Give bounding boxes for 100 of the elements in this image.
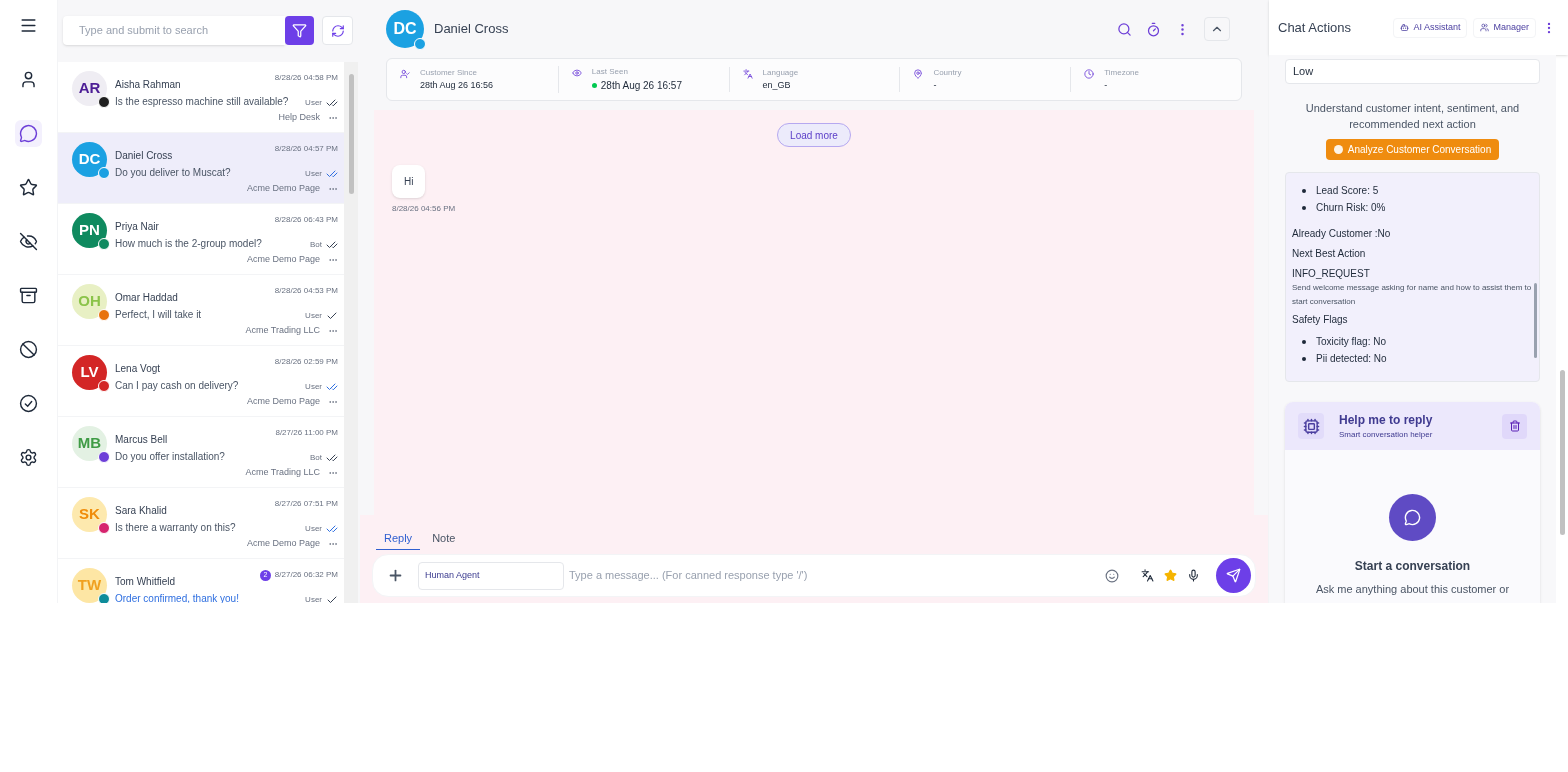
message-preview: Do you offer installation? bbox=[115, 449, 225, 464]
load-more-button[interactable]: Load more bbox=[777, 123, 851, 147]
priority-field[interactable]: Low bbox=[1285, 59, 1540, 84]
message-time: 8/27/26 11:00 PM bbox=[275, 427, 338, 439]
contact-name: Marcus Bell bbox=[115, 433, 168, 447]
header-button[interactable]: Manager bbox=[1473, 17, 1536, 38]
search-field[interactable]: Type and submit to search bbox=[63, 16, 285, 45]
source-label: Acme Demo Page bbox=[246, 395, 320, 408]
archive-box-icon bbox=[19, 286, 38, 305]
source-label: Acme Demo Page bbox=[246, 253, 320, 266]
composer-tab[interactable]: Reply bbox=[376, 529, 421, 550]
eye-off-icon bbox=[19, 232, 38, 251]
filter-icon bbox=[292, 23, 307, 38]
avatar: SK bbox=[72, 497, 107, 532]
chat-bubble-icon bbox=[1389, 494, 1436, 541]
person-icon bbox=[19, 70, 38, 89]
bullet-icon bbox=[1302, 339, 1306, 344]
message-time: 8/28/26 04:56 PM bbox=[392, 203, 456, 215]
avatar: AR bbox=[72, 71, 107, 106]
section-heading: Safety Flags bbox=[1292, 313, 1349, 327]
sender-label: User bbox=[305, 310, 322, 322]
message-preview: How much is the 2-group model? bbox=[115, 236, 262, 251]
next-action-text: INFO_REQUEST bbox=[1292, 267, 1371, 281]
composer-tab[interactable]: Note bbox=[424, 529, 464, 550]
microphone-icon[interactable] bbox=[1187, 569, 1200, 582]
trash-icon bbox=[1508, 420, 1521, 432]
info-value: - bbox=[933, 78, 937, 92]
clock-icon bbox=[1084, 68, 1095, 79]
send-icon bbox=[1226, 568, 1241, 583]
robot-icon bbox=[1400, 23, 1410, 32]
translate-icon[interactable] bbox=[1141, 569, 1154, 582]
safety-flag-item: Toxicity flag: No bbox=[1316, 335, 1387, 349]
message-time: 8/27/26 06:32 PM bbox=[274, 569, 338, 581]
refresh-icon bbox=[330, 23, 345, 38]
sender-label: User bbox=[305, 97, 322, 109]
avatar: PN bbox=[72, 213, 107, 248]
smiley-icon[interactable] bbox=[1105, 568, 1119, 583]
contact-name: Daniel Cross bbox=[115, 149, 173, 163]
message-time: 8/28/26 04:57 PM bbox=[274, 143, 338, 155]
avatar: DC bbox=[386, 10, 424, 48]
info-label: Timezone bbox=[1104, 66, 1139, 79]
check-circle-icon bbox=[19, 394, 38, 413]
channel-badge bbox=[414, 38, 426, 50]
safety-flag-item: Pii detected: No bbox=[1316, 352, 1387, 366]
next-action-description: Send welcome message asking for name and how to assist them to start conversation bbox=[1292, 282, 1532, 308]
sender-label: User bbox=[305, 381, 322, 393]
info-value: en_GB bbox=[762, 78, 791, 92]
timer-icon[interactable] bbox=[1146, 21, 1161, 37]
delete-button[interactable] bbox=[1502, 413, 1527, 439]
message-preview: Perfect, I will take it bbox=[115, 307, 202, 322]
plus-icon[interactable] bbox=[387, 567, 404, 584]
message-time: 8/28/26 04:53 PM bbox=[274, 285, 338, 297]
contact-name: Daniel Cross bbox=[434, 20, 509, 39]
eye-icon bbox=[571, 68, 582, 78]
bullet-icon bbox=[1302, 205, 1306, 210]
avatar: DC bbox=[72, 142, 107, 177]
info-label: Language bbox=[762, 66, 799, 79]
intro-text: Understand customer intent, sentiment, and recommended next action bbox=[1304, 101, 1521, 132]
message-input[interactable]: Type a message... (For canned response type '/') bbox=[569, 567, 1105, 584]
contact-name: Lena Vogt bbox=[115, 362, 161, 376]
info-value: - bbox=[1104, 78, 1108, 92]
message-time: 8/27/26 07:51 PM bbox=[274, 498, 338, 510]
avatar: TW bbox=[72, 568, 107, 603]
chat-bubble-icon bbox=[19, 124, 38, 143]
info-label: Customer Since bbox=[420, 66, 478, 79]
source-label: Acme Demo Page bbox=[246, 537, 320, 550]
source-label: Help Desk bbox=[278, 111, 320, 124]
people-icon bbox=[1480, 23, 1490, 32]
settings-icon bbox=[19, 448, 38, 467]
sender-label: User bbox=[305, 168, 322, 180]
message-time: 8/28/26 02:59 PM bbox=[274, 356, 338, 368]
message-bubble: Hi bbox=[392, 165, 426, 198]
message-preview: Is the espresso machine still available? bbox=[115, 94, 289, 109]
header-button[interactable]: AI Assistant bbox=[1393, 17, 1468, 38]
message-time: 8/28/26 06:43 PM bbox=[274, 214, 338, 226]
contact-name: Omar Haddad bbox=[115, 291, 178, 305]
info-label: Last Seen bbox=[591, 66, 629, 78]
message-time: 8/28/26 04:58 PM bbox=[274, 72, 338, 84]
source-label: Acme Demo Page bbox=[246, 182, 320, 195]
nav-button[interactable] bbox=[15, 120, 42, 147]
menu-icon bbox=[19, 16, 38, 35]
conversation-item[interactable]: DC Daniel Cross 8/28/26 04:57 PM Do you deliver to Muscat? User Acme Demo Page bbox=[58, 133, 344, 204]
filter-button[interactable] bbox=[285, 16, 314, 45]
refresh-button[interactable] bbox=[322, 16, 353, 45]
star-icon[interactable] bbox=[1164, 569, 1177, 582]
person-icon bbox=[400, 68, 410, 79]
contact-name: Priya Nair bbox=[115, 220, 159, 234]
panel-title: Chat Actions bbox=[1278, 18, 1351, 37]
source-label: Acme Trading LLC bbox=[245, 324, 320, 337]
pin-icon bbox=[913, 68, 924, 79]
scrollbar[interactable] bbox=[344, 62, 358, 603]
empty-text: Ask me anything about this customer or bbox=[1315, 582, 1510, 597]
collapse-button[interactable] bbox=[1204, 17, 1230, 41]
search-icon[interactable] bbox=[1117, 21, 1132, 37]
message-preview: Is there a warranty on this? bbox=[115, 520, 236, 535]
helper-title: Help me to reply bbox=[1339, 412, 1433, 429]
score-item: Churn Risk: 0% bbox=[1316, 201, 1386, 215]
agent-select[interactable]: Human Agent bbox=[418, 561, 564, 590]
send-button[interactable] bbox=[1216, 558, 1251, 593]
info-value: 28th Aug 26 16:56 bbox=[420, 78, 494, 92]
